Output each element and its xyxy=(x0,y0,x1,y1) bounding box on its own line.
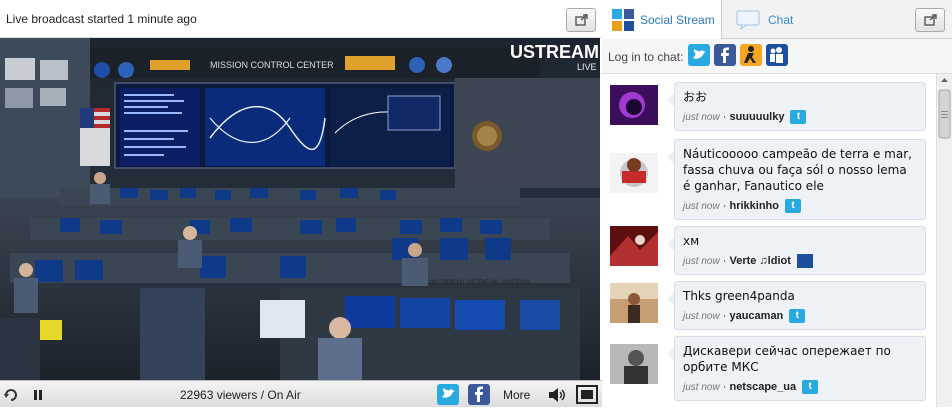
aim-icon xyxy=(744,46,756,63)
tab-social-stream-label: Social Stream xyxy=(640,13,715,27)
avatar[interactable] xyxy=(610,153,658,193)
twitter-icon: t xyxy=(789,309,806,323)
login-aim-button[interactable] xyxy=(740,44,762,66)
share-twitter-button[interactable] xyxy=(437,384,459,405)
popout-icon xyxy=(575,14,588,26)
player-header: Live broadcast started 1 minute ago xyxy=(0,0,602,38)
twitter-icon: t xyxy=(790,110,807,124)
message-meta: just now · yaucaman t xyxy=(683,309,917,323)
myspace-icon xyxy=(770,47,783,63)
social-stream-icon xyxy=(612,9,634,31)
broadcast-status: Live broadcast started 1 minute ago xyxy=(6,12,197,26)
message-time: just now xyxy=(683,310,720,322)
message-username[interactable]: netscape_ua xyxy=(729,381,796,393)
message-text: おお xyxy=(683,90,708,104)
pause-icon xyxy=(34,390,42,400)
message-username[interactable]: hrikkinho xyxy=(729,200,779,212)
message-time: just now xyxy=(683,381,720,393)
message-text: Дискавери сейчас опережает по орбите МКС xyxy=(683,344,891,374)
mission-control-sign: MISSION CONTROL CENTER xyxy=(210,60,334,70)
message-meta: just now · netscape_ua t xyxy=(683,380,917,394)
message-username[interactable]: suuuuulky xyxy=(729,111,784,123)
myspace-icon xyxy=(796,254,813,268)
message-bubble: おお just now · suuuuulky t xyxy=(667,82,926,131)
refresh-icon[interactable] xyxy=(2,386,20,404)
fullscreen-button[interactable] xyxy=(576,385,598,404)
feed-scrollbar[interactable] xyxy=(936,74,952,407)
message-bubble: Náuticooooo campeão de terra e mar, fass… xyxy=(667,139,926,220)
console-sign: PAYLOAD DEPLOY RETRIEVAL SYSTEMS xyxy=(412,280,530,286)
facebook-icon xyxy=(475,386,483,402)
tab-chat-label[interactable]: Chat xyxy=(768,13,793,27)
avatar[interactable] xyxy=(610,283,658,323)
pause-button[interactable] xyxy=(31,388,45,402)
player-controls: 22963 viewers / On Air More xyxy=(0,380,602,407)
message-bubble: хм just now · Verte ♫ldiot xyxy=(667,226,926,275)
login-facebook-button[interactable] xyxy=(714,44,736,66)
message-username[interactable]: yaucaman xyxy=(729,310,783,322)
viewer-count: 22963 viewers / On Air xyxy=(180,388,301,402)
login-myspace-button[interactable] xyxy=(766,44,788,66)
message-bubble: Thks green4panda just now · yaucaman t xyxy=(667,281,926,330)
tab-social-stream[interactable]: Social Stream xyxy=(602,0,722,39)
chat-bubble-icon[interactable] xyxy=(736,10,762,31)
panel-tabbar: Social Stream Chat xyxy=(602,0,952,39)
social-feed[interactable]: おお just now · suuuuulky t Náuticooooo cam… xyxy=(602,74,934,407)
facebook-icon xyxy=(721,47,729,63)
message-text: Náuticooooo campeão de terra e mar, fass… xyxy=(683,147,912,193)
volume-button[interactable] xyxy=(547,386,567,404)
message-username[interactable]: Verte ♫ldiot xyxy=(729,255,790,267)
avatar[interactable] xyxy=(610,85,658,125)
avatar[interactable] xyxy=(610,226,658,266)
popout-player-button[interactable] xyxy=(566,8,596,32)
twitter-icon: t xyxy=(784,199,801,213)
message-meta: just now · Verte ♫ldiot xyxy=(683,254,917,268)
more-button[interactable]: More xyxy=(503,388,530,402)
live-label: LIVE xyxy=(577,62,597,72)
message-bubble: Дискавери сейчас опережает по орбите МКС… xyxy=(667,336,926,401)
popout-icon xyxy=(924,14,937,26)
scrollbar-graphic xyxy=(938,78,951,139)
message-time: just now xyxy=(683,111,720,123)
login-label: Log in to chat: xyxy=(608,50,684,64)
message-time: just now xyxy=(683,255,720,267)
twitter-icon xyxy=(693,49,706,59)
video-player[interactable]: MISSION CONTROL CENTER USTREAM LIVE PAYL… xyxy=(0,38,600,380)
avatar[interactable] xyxy=(610,344,658,384)
twitter-icon xyxy=(442,388,455,398)
twitter-icon: t xyxy=(802,380,819,394)
login-twitter-button[interactable] xyxy=(688,44,710,66)
message-text: Thks green4panda xyxy=(683,289,795,303)
message-meta: just now · suuuuulky t xyxy=(683,110,917,124)
message-text: хм xyxy=(683,234,700,248)
fullscreen-icon xyxy=(576,385,598,404)
video-frame: MISSION CONTROL CENTER USTREAM LIVE PAYL… xyxy=(0,38,600,380)
popout-panel-button[interactable] xyxy=(915,8,945,32)
message-meta: just now · hrikkinho t xyxy=(683,199,917,213)
login-bar: Log in to chat: xyxy=(602,39,952,74)
share-facebook-button[interactable] xyxy=(468,384,490,405)
message-time: just now xyxy=(683,200,720,212)
speaker-icon xyxy=(549,388,565,402)
ustream-logo: USTREAM xyxy=(510,42,599,62)
